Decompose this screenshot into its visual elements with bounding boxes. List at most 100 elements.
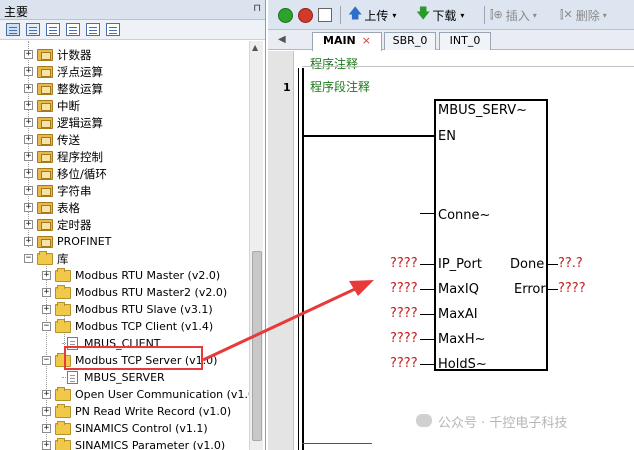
expand-icon[interactable]: + <box>24 67 33 76</box>
close-tab-icon[interactable]: × <box>362 34 371 47</box>
collapse-icon[interactable]: − <box>42 322 51 331</box>
program-control-category-icon <box>37 150 53 163</box>
maxh-input-wire <box>420 339 434 340</box>
library-folder-icon <box>55 284 71 299</box>
dropdown-icon[interactable]: ▾ <box>392 11 396 20</box>
tree-item[interactable]: + Modbus RTU Master (v2.0) <box>42 267 220 283</box>
tree-item-label: 字符串 <box>57 183 92 198</box>
library-folder-icon <box>55 267 71 282</box>
download-button[interactable]: 🡇 下载 ▾ <box>416 6 464 23</box>
dropdown-icon[interactable]: ▾ <box>460 11 464 20</box>
tree-item[interactable]: + 定时器 <box>24 217 92 232</box>
tree-item[interactable]: + SINAMICS Control (v1.1) <box>42 420 208 436</box>
expand-icon[interactable]: + <box>42 390 51 399</box>
scrollbar-thumb[interactable] <box>252 251 262 441</box>
tree-item[interactable]: + PROFINET <box>24 234 111 249</box>
tree-item[interactable]: + 移位/循环 <box>24 166 107 181</box>
expand-icon[interactable]: + <box>42 407 51 416</box>
tree-item[interactable]: + 逻辑运算 <box>24 115 103 130</box>
tree-item-label: 程序控制 <box>57 149 103 164</box>
expand-icon[interactable]: + <box>24 101 33 110</box>
upload-button[interactable]: 🡅 上传 ▾ <box>348 6 396 23</box>
panel-title-bar: 主要 ⊓ <box>0 0 265 20</box>
delete-icon: ⫿✕ <box>560 8 573 21</box>
tree-item[interactable]: + 整数运算 <box>24 81 103 96</box>
tab-sbr-0[interactable]: SBR_0 <box>384 32 436 50</box>
stop-icon <box>298 7 313 23</box>
tree-item[interactable]: + 浮点运算 <box>24 64 103 79</box>
tree-item[interactable]: + 字符串 <box>24 183 92 198</box>
tree-item[interactable]: + 表格 <box>24 200 80 215</box>
expand-icon[interactable]: + <box>24 50 33 59</box>
ip-port-value[interactable]: ???? <box>390 256 418 271</box>
tree-item[interactable]: + SINAMICS Parameter (v1.0) <box>42 437 225 450</box>
compile-button[interactable] <box>318 7 332 23</box>
list-view-icon[interactable] <box>46 23 60 36</box>
wechat-icon <box>416 414 432 427</box>
expand-icon[interactable]: + <box>24 152 33 161</box>
scroll-up-icon[interactable]: ▲ <box>252 43 258 52</box>
mbus-server-block[interactable]: MBUS_SERV~ EN Conne~ IP_Port MaxIQ MaxAI… <box>434 99 548 372</box>
dropdown-icon[interactable]: ▾ <box>533 11 537 20</box>
expand-icon[interactable]: + <box>42 288 51 297</box>
tree-item[interactable]: + 中断 <box>24 98 80 113</box>
logic-category-icon <box>37 116 53 129</box>
expand-icon[interactable]: + <box>42 424 51 433</box>
grid-view-icon[interactable] <box>26 23 40 36</box>
maxai-value[interactable]: ???? <box>390 306 418 321</box>
expand-icon[interactable]: + <box>24 169 33 178</box>
tree-item[interactable]: + Modbus RTU Slave (v3.1) <box>42 301 213 317</box>
tree-toolbar <box>0 20 265 40</box>
document-icon[interactable] <box>86 23 100 36</box>
tree-item[interactable]: + PN Read Write Record (v1.0) <box>42 403 231 419</box>
ladder-editor[interactable]: 1 程序注释 程序段注释 MBUS_SERV~ EN Conne~ IP_Por… <box>268 51 634 450</box>
insert-button[interactable]: ⫿⊕ 插入 ▾ <box>490 7 537 23</box>
done-value[interactable]: ??.? <box>558 256 583 271</box>
tree-item[interactable]: + Open User Communication (v1.0) <box>42 386 259 402</box>
tree-item[interactable]: − 库 <box>24 250 69 266</box>
error-value[interactable]: ???? <box>558 281 586 296</box>
tree-item-label: PROFINET <box>57 235 112 248</box>
delete-button[interactable]: ⫿✕ 删除 ▾ <box>560 7 607 23</box>
expand-icon[interactable]: + <box>24 118 33 127</box>
conn-input-wire <box>420 213 434 214</box>
tab-scroll-left-icon[interactable]: ◀ <box>278 34 286 45</box>
detail-view-icon[interactable] <box>66 23 80 36</box>
tree-item-label: 定时器 <box>57 217 92 232</box>
tab-main[interactable]: MAIN × <box>312 32 382 51</box>
expand-icon[interactable]: + <box>24 220 33 229</box>
tree-item[interactable]: + Modbus RTU Master2 (v2.0) <box>42 284 227 300</box>
editor-tabbar: ◀ MAIN × SBR_0 INT_0 <box>268 30 634 51</box>
tree-item[interactable]: + 程序控制 <box>24 149 103 164</box>
tree-item[interactable]: + 计数器 <box>24 47 92 62</box>
expand-icon[interactable]: + <box>24 135 33 144</box>
tree-item[interactable]: + 传送 <box>24 132 80 147</box>
collapse-icon[interactable]: − <box>42 356 51 365</box>
expand-icon[interactable]: + <box>24 237 33 246</box>
expand-icon[interactable]: + <box>42 305 51 314</box>
expand-icon[interactable]: + <box>42 441 51 450</box>
view-toggle-icon[interactable] <box>6 23 20 36</box>
tree-item[interactable]: MBUS_SERVER <box>62 370 165 385</box>
collapse-icon[interactable]: − <box>24 254 33 263</box>
run-button[interactable] <box>278 7 293 23</box>
program-comment[interactable]: 程序注释 <box>310 55 358 72</box>
delete-label: 删除 <box>575 8 600 23</box>
network-comment[interactable]: 程序段注释 <box>310 78 370 95</box>
tab-int-0[interactable]: INT_0 <box>439 32 491 50</box>
options-icon[interactable] <box>106 23 120 36</box>
dropdown-icon[interactable]: ▾ <box>603 11 607 20</box>
holds-value[interactable]: ???? <box>390 356 418 371</box>
tree-scrollbar[interactable]: ▲ <box>249 41 263 450</box>
expand-icon[interactable]: + <box>24 84 33 93</box>
next-network-stub <box>302 443 372 444</box>
maxh-value[interactable]: ???? <box>390 331 418 346</box>
expand-icon[interactable]: + <box>24 186 33 195</box>
expand-icon[interactable]: + <box>24 203 33 212</box>
tree-item[interactable]: − Modbus TCP Client (v1.4) <box>42 318 213 334</box>
pou-document-icon <box>67 371 78 384</box>
expand-icon[interactable]: + <box>42 271 51 280</box>
stop-button[interactable] <box>298 7 313 23</box>
pin-icon[interactable]: ⊓ <box>253 3 261 14</box>
maxiq-value[interactable]: ???? <box>390 281 418 296</box>
